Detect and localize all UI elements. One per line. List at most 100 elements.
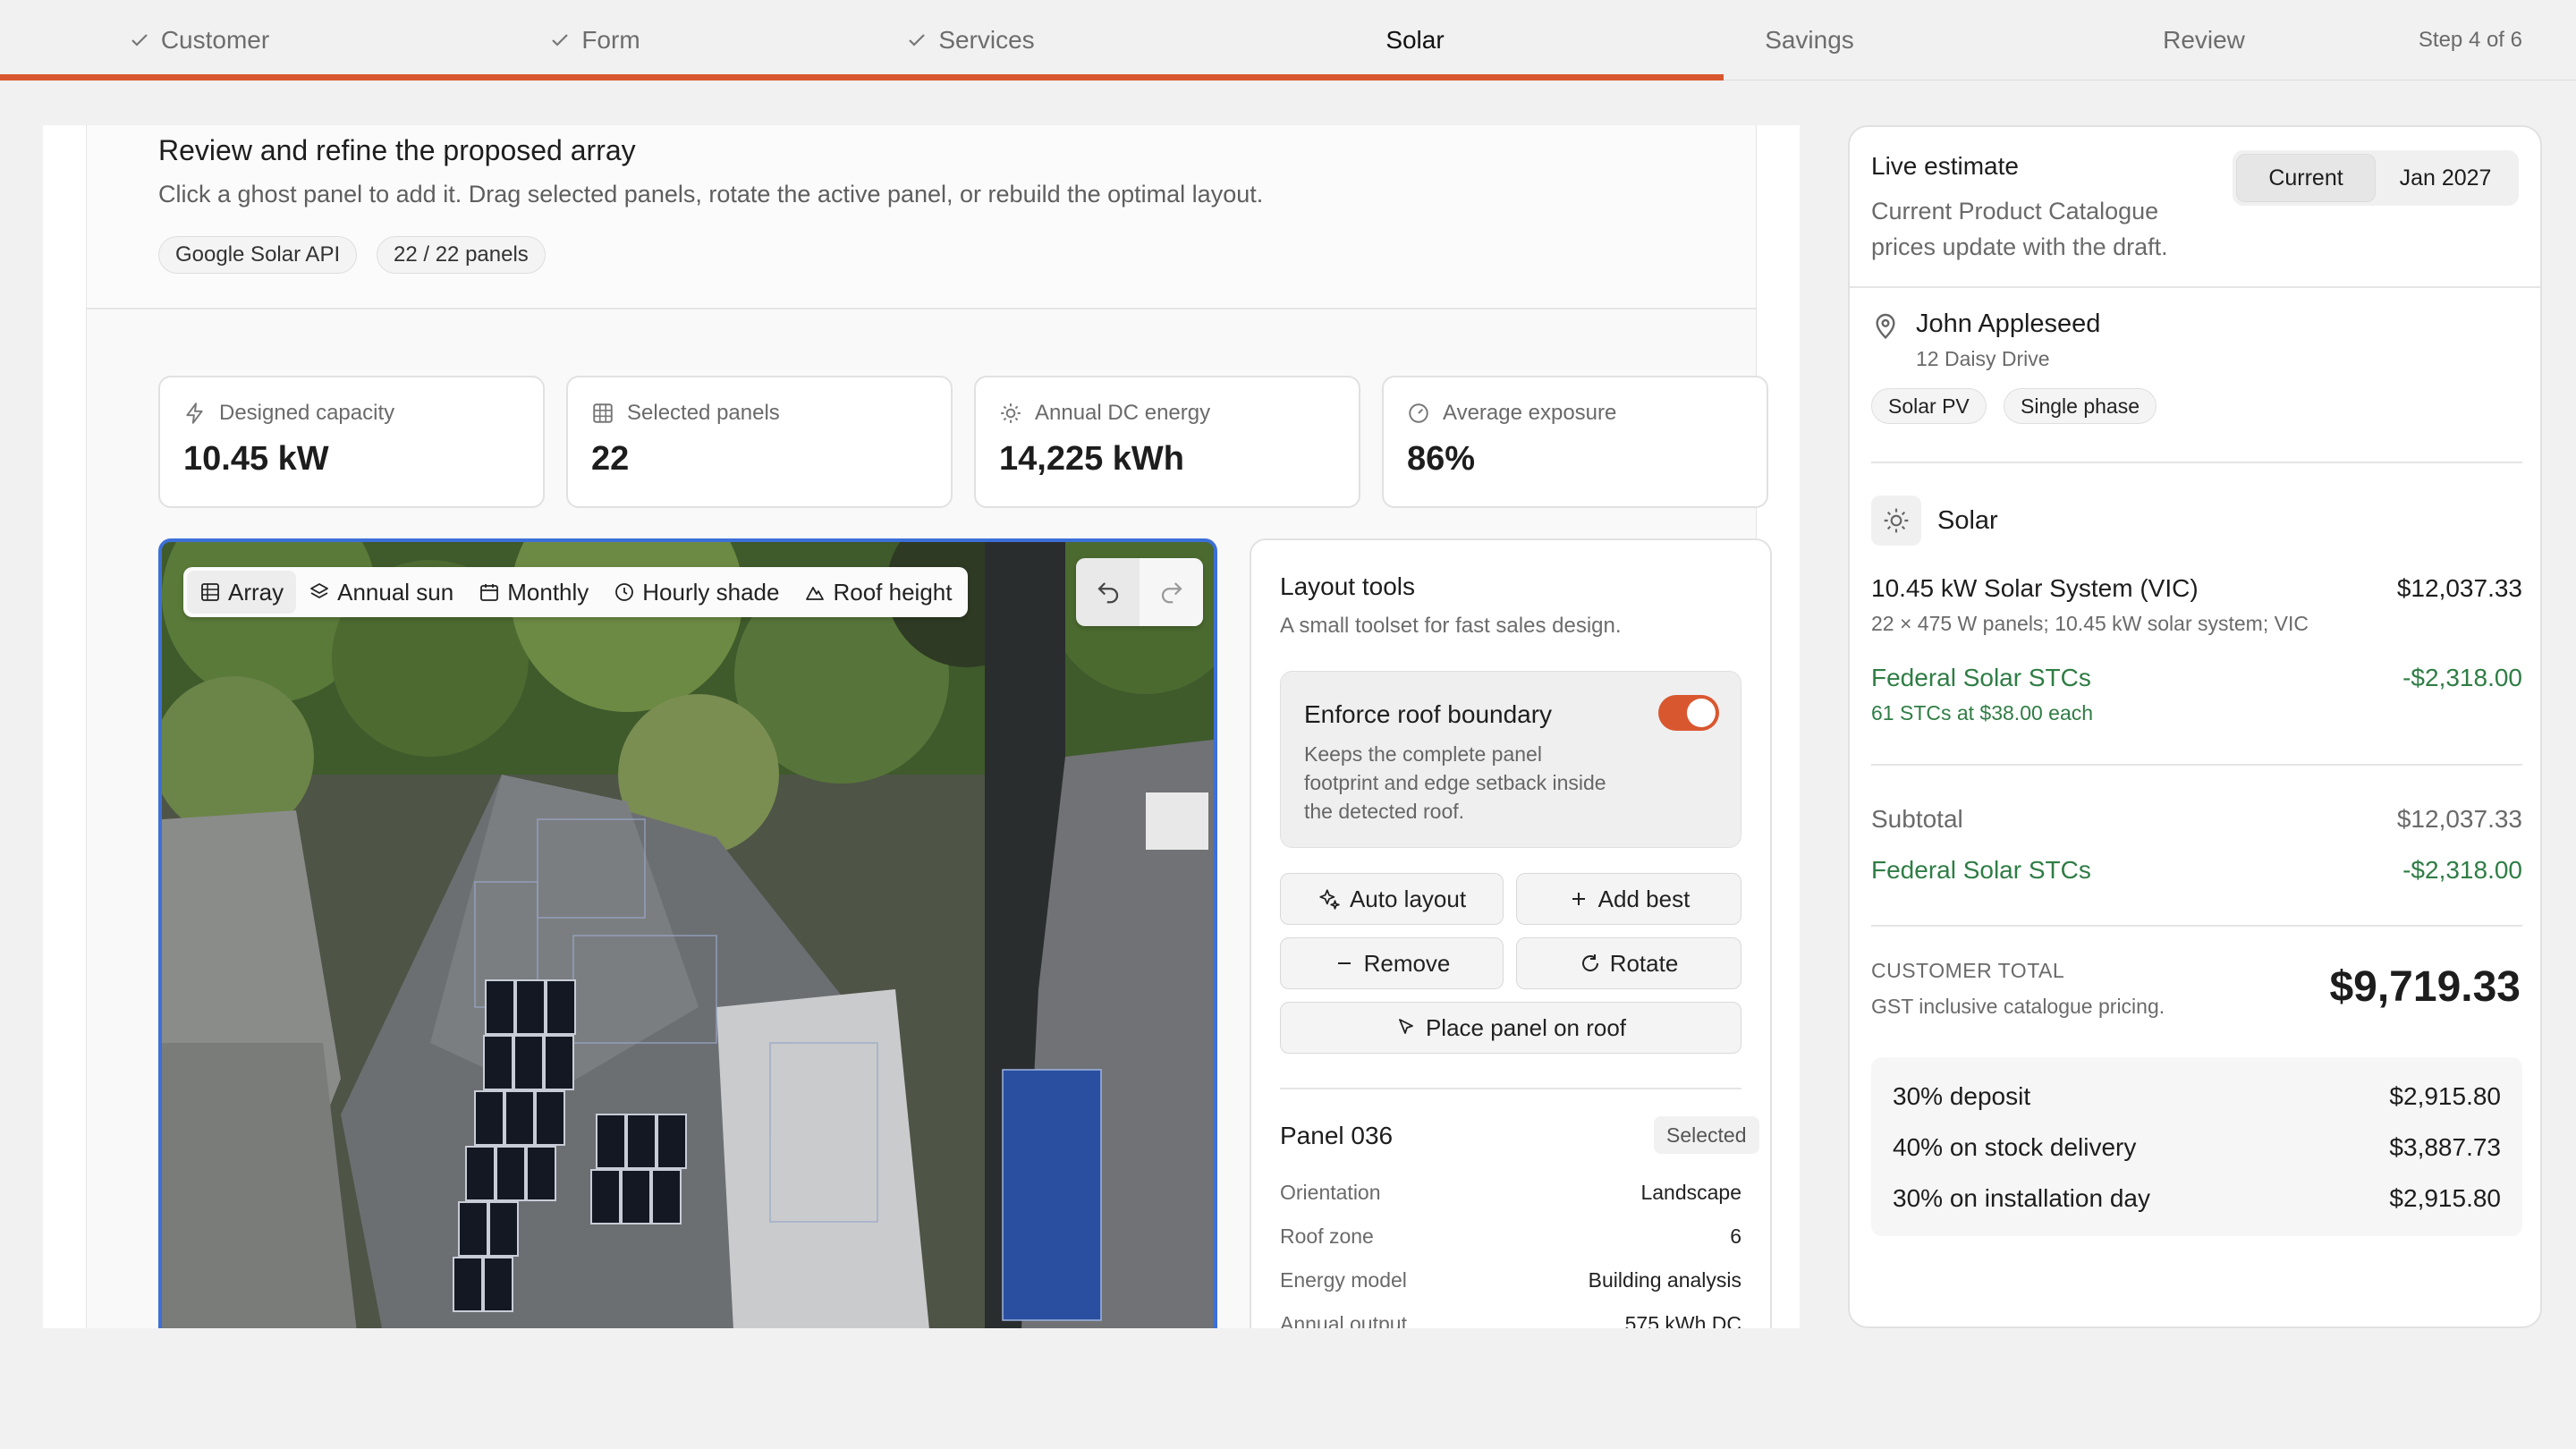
boundary-description: Keeps the complete panel footprint and e… (1304, 742, 1606, 823)
schedule-amount: $2,915.80 (2389, 1184, 2501, 1212)
panel-prop-annual-output: Annual output 575 kWh DC (1280, 1312, 1741, 1328)
calendar-icon (480, 584, 499, 601)
layer-label: Array (228, 578, 284, 606)
prop-value: Building analysis (1588, 1268, 1741, 1292)
undo-button[interactable] (1076, 558, 1140, 626)
divider (1871, 462, 2522, 463)
schedule-row: 30% deposit $2,915.80 (1893, 1082, 2501, 1111)
selected-badge: Selected (1654, 1116, 1759, 1154)
layout-tools-title: Layout tools (1280, 572, 1415, 600)
layer-label: Annual sun (337, 578, 454, 606)
step-label: Solar (1385, 26, 1445, 54)
rebate-detail: 61 STCs at $38.00 each (1871, 701, 2094, 724)
prop-value: Landscape (1640, 1181, 1741, 1204)
line-amount: -$2,318.00 (2402, 856, 2522, 884)
layer-array-button[interactable]: Array (187, 571, 297, 614)
rotate-button[interactable]: Rotate (1516, 937, 1741, 989)
step-solar[interactable]: Solar (1224, 0, 1606, 80)
schedule-row: 40% on stock delivery $3,887.73 (1893, 1133, 2501, 1162)
panel-prop-energy-model: Energy model Building analysis (1280, 1268, 1741, 1292)
clock-icon (615, 583, 634, 601)
layers-icon (310, 583, 329, 598)
step-label: Form (581, 26, 640, 54)
schedule-amount: $2,915.80 (2389, 1082, 2501, 1110)
page-title: Review and refine the proposed array (158, 134, 636, 166)
total-amount: $9,719.33 (2329, 963, 2521, 1011)
undo-redo-group (1076, 558, 1203, 626)
line-label: 10.45 kW Solar System (VIC) (1871, 574, 2199, 602)
system-line-item: 10.45 kW Solar System (VIC) $12,037.33 (1871, 574, 2522, 603)
total-label: CUSTOMER TOTAL (1871, 959, 2065, 982)
auto-layout-button[interactable]: Auto layout (1280, 873, 1504, 925)
pricing-period-switch: Current Jan 2027 (2233, 150, 2519, 206)
schedule-label: 30% deposit (1893, 1082, 2031, 1110)
subtotal-row: Subtotal $12,037.33 (1871, 805, 2522, 834)
step-customer[interactable]: Customer (0, 0, 398, 80)
panel-title: Panel 036 (1280, 1122, 1394, 1149)
check-icon (552, 34, 569, 47)
stat-annual-dc-energy: Annual DC energy 14,225 kWh (974, 376, 1360, 508)
segment-current[interactable]: Current (2236, 154, 2376, 202)
sun-icon (1871, 496, 1921, 546)
sun-icon (1001, 403, 1021, 423)
segment-jan-2027[interactable]: Jan 2027 (2376, 154, 2515, 202)
stat-value: 14,225 kWh (999, 440, 1184, 478)
minus-icon (1337, 962, 1351, 964)
add-best-button[interactable]: Add best (1516, 873, 1741, 925)
divider (1280, 1088, 1741, 1089)
panel-prop-orientation: Orientation Landscape (1280, 1181, 1741, 1205)
place-panel-button[interactable]: Place panel on roof (1280, 1002, 1741, 1054)
tag-single-phase: Single phase (2004, 388, 2157, 424)
roof-boundary-toggle[interactable] (1658, 695, 1719, 731)
prop-value: 575 kWh DC (1624, 1312, 1741, 1328)
step-review[interactable]: Review (2009, 0, 2399, 80)
layer-label: Roof height (833, 578, 953, 606)
button-label: Place panel on roof (1425, 1013, 1627, 1041)
stat-value: 10.45 kW (183, 440, 329, 478)
customer-name: John Appleseed (1916, 309, 2101, 338)
line-label: Federal Solar STCs (1871, 856, 2091, 884)
pointer-icon (1399, 1019, 1413, 1034)
stat-label: Average exposure (1443, 401, 1617, 425)
layout-tools-subtitle: A small toolset for fast sales design. (1280, 614, 1622, 638)
line-amount: -$2,318.00 (2402, 664, 2522, 691)
stat-designed-capacity: Designed capacity 10.45 kW (158, 376, 545, 508)
step-savings[interactable]: Savings (1610, 0, 2009, 80)
estimate-description: Current Product Catalogue prices update … (1871, 198, 2168, 260)
prop-label: Energy model (1280, 1268, 1407, 1292)
stat-label: Designed capacity (219, 401, 395, 425)
divider (1871, 925, 2522, 927)
prop-label: Roof zone (1280, 1224, 1374, 1248)
layer-hourly-shade-button[interactable]: Hourly shade (601, 571, 792, 614)
button-label: Remove (1363, 949, 1451, 977)
location-pin-icon (1876, 313, 1895, 339)
array-header: Review and refine the proposed array Cli… (87, 125, 1756, 309)
gauge-icon (1409, 403, 1428, 423)
total-subtitle: GST inclusive catalogue pricing. (1871, 995, 2165, 1018)
prop-label: Annual output (1280, 1312, 1407, 1328)
page-description: Click a ghost panel to add it. Drag sele… (158, 181, 1264, 208)
button-label: Rotate (1609, 949, 1679, 977)
sparkles-icon (1319, 889, 1340, 910)
roof-map[interactable]: Array Annual sun Monthly Hourly shade Ro… (158, 538, 1217, 1328)
stat-average-exposure: Average exposure 86% (1382, 376, 1768, 508)
prop-value: 6 (1730, 1224, 1741, 1248)
step-navigation: Customer Form Services Solar Savings Rev… (0, 0, 2576, 80)
step-form[interactable]: Form (398, 0, 792, 80)
layer-monthly-button[interactable]: Monthly (466, 571, 601, 614)
grid-icon (593, 403, 613, 423)
grid-icon (201, 583, 219, 601)
line-label: Subtotal (1871, 805, 1963, 833)
redo-button[interactable] (1140, 558, 1203, 626)
layer-roof-height-button[interactable]: Roof height (792, 571, 964, 614)
remove-button[interactable]: Remove (1280, 937, 1504, 989)
button-label: Auto layout (1349, 885, 1467, 912)
schedule-amount: $3,887.73 (2389, 1133, 2501, 1161)
system-detail: 22 × 475 W panels; 10.45 kW solar system… (1871, 612, 2309, 635)
step-services[interactable]: Services (792, 0, 1149, 80)
rotate-icon (1581, 954, 1598, 971)
layer-annual-sun-button[interactable]: Annual sun (296, 571, 466, 614)
array-design-content: Review and refine the proposed array Cli… (86, 125, 1772, 1328)
check-icon (131, 34, 148, 47)
line-label: Federal Solar STCs (1871, 664, 2091, 691)
